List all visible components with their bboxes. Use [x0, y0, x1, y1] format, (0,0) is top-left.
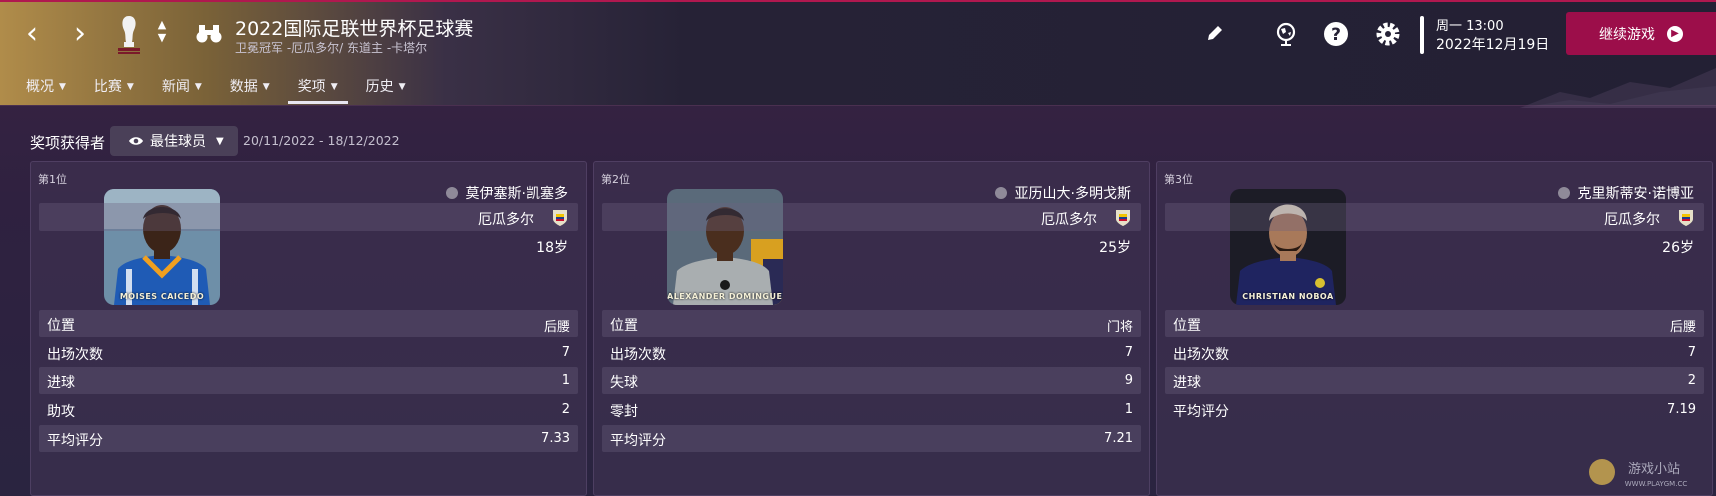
player-name[interactable]: 莫伊塞斯·凯塞多	[466, 183, 568, 203]
stat-row: 平均评分 7.19	[1173, 402, 1696, 420]
stat-row: 进球 1	[39, 367, 578, 394]
stat-row: 位置 门将	[602, 310, 1141, 337]
header-decoration	[1520, 68, 1716, 108]
menu-item-history[interactable]: 历史 ▼	[356, 72, 416, 104]
photo-caption: MOISES CAICEDO	[119, 292, 205, 301]
menu-item-overview[interactable]: 概况 ▼	[16, 72, 76, 104]
menu-item-matches[interactable]: 比赛 ▼	[84, 72, 144, 104]
player-age: 18岁	[536, 240, 568, 256]
stat-row: 平均评分 7.21	[602, 425, 1141, 452]
clock-day: 周一 13:00	[1436, 19, 1504, 34]
binoculars-icon[interactable]	[196, 22, 222, 44]
award-card-1: 第1位 MOISES CAICEDO 莫伊塞斯·凯塞多 厄瓜多尔 18岁 位置后…	[30, 161, 587, 496]
awards-winners-label: 奖项获得者	[30, 134, 106, 152]
menu-item-news[interactable]: 新闻 ▼	[152, 72, 212, 104]
competition-subtitle: 卫冕冠军 -厄瓜多尔/ 东道主 -卡塔尔	[235, 41, 428, 55]
ecuador-crest-icon	[553, 210, 567, 226]
person-icon	[994, 187, 1007, 199]
watermark-url: WWW.PLAYGM.CC	[1625, 480, 1688, 488]
clock-date: 2022年12月19日	[1436, 37, 1550, 53]
chevron-down-icon: ▼	[216, 135, 224, 147]
award-card-2: 第2位 ALEXANDER DOMINGUEZ 亚历山大·多明戈斯 厄瓜多尔 2…	[593, 161, 1150, 496]
photo-caption: CHRISTIAN NOBOA	[1242, 292, 1334, 301]
stat-row: 出场次数 7	[1173, 345, 1696, 363]
age-row: 25岁	[602, 231, 1141, 259]
stat-row: 位置 后腰	[1165, 310, 1704, 337]
back-arrow-icon[interactable]: ‹	[18, 19, 46, 49]
menu-item-awards[interactable]: 奖项 ▼	[287, 72, 348, 104]
clock-divider	[1420, 16, 1424, 54]
player-name[interactable]: 克里斯蒂安·诺博亚	[1578, 183, 1694, 203]
stat-row: 进球 2	[1165, 367, 1704, 394]
award-type-dropdown[interactable]: 最佳球员 ▼	[110, 126, 238, 156]
up-down-icon[interactable]: ▲ ▼	[154, 18, 170, 48]
stat-row: 平均评分 7.33	[39, 425, 578, 452]
nation-row: 厄瓜多尔	[39, 203, 578, 231]
competition-title: 2022国际足联世界杯足球赛	[235, 18, 474, 40]
player-name-row: 克里斯蒂安·诺博亚	[1165, 176, 1704, 204]
ecuador-crest-icon	[1679, 210, 1693, 226]
stat-row: 出场次数 7	[47, 345, 570, 363]
player-name-row: 莫伊塞斯·凯塞多	[39, 176, 578, 204]
age-row: 26岁	[1165, 231, 1704, 259]
top-header: ‹ › ▲ ▼ 2022国际足联世界杯足球赛 卫冕冠军 -厄瓜多尔/ 东道主 -卡…	[0, 0, 1716, 108]
award-card-3: 第3位 CHRISTIAN NOBOA 克里斯蒂安·诺博亚 厄瓜多尔 26岁 位…	[1156, 161, 1713, 496]
eye-icon	[129, 137, 143, 145]
globe-icon[interactable]	[1272, 20, 1300, 48]
site-watermark: 游戏小站 WWW.PLAYGM.CC	[1589, 459, 1688, 488]
settings-icon[interactable]	[1374, 20, 1402, 48]
photo-caption: ALEXANDER DOMINGUEZ	[667, 292, 783, 301]
player-age: 25岁	[1099, 240, 1131, 256]
player-name[interactable]: 亚历山大·多明戈斯	[1015, 183, 1131, 203]
world-cup-trophy-icon[interactable]	[112, 14, 146, 56]
stat-row: 出场次数 7	[610, 345, 1133, 363]
date-range: 20/11/2022 - 18/12/2022	[243, 133, 400, 148]
svg-text:?: ?	[1331, 25, 1341, 45]
continue-game-button[interactable]: 继续游戏 ▶	[1566, 12, 1716, 55]
nation-name[interactable]: 厄瓜多尔	[1041, 212, 1097, 228]
ecuador-crest-icon	[1116, 210, 1130, 226]
nation-row: 厄瓜多尔	[602, 203, 1141, 231]
nation-name[interactable]: 厄瓜多尔	[1604, 212, 1660, 228]
play-arrow-icon: ▶	[1667, 25, 1683, 42]
person-icon	[445, 187, 458, 199]
nation-row: 厄瓜多尔	[1165, 203, 1704, 231]
stat-row: 位置 后腰	[39, 310, 578, 337]
main-menu: 概况 ▼ 比赛 ▼ 新闻 ▼ 数据 ▼ 奖项 ▼ 历史 ▼	[16, 72, 424, 104]
pencil-icon[interactable]	[1204, 22, 1226, 44]
nation-name[interactable]: 厄瓜多尔	[478, 212, 534, 228]
age-row: 18岁	[39, 231, 578, 259]
stat-row: 零封 1	[610, 402, 1133, 420]
help-icon[interactable]: ?	[1322, 20, 1350, 48]
player-name-row: 亚历山大·多明戈斯	[602, 176, 1141, 204]
watermark-text: 游戏小站	[1628, 462, 1680, 477]
award-type-value: 最佳球员	[150, 134, 206, 150]
stat-row: 助攻 2	[47, 402, 570, 420]
forward-arrow-icon[interactable]: ›	[66, 19, 94, 49]
person-icon	[1557, 187, 1570, 199]
stat-row: 失球 9	[602, 367, 1141, 394]
menu-item-stats[interactable]: 数据 ▼	[220, 72, 280, 104]
player-age: 26岁	[1662, 240, 1694, 256]
